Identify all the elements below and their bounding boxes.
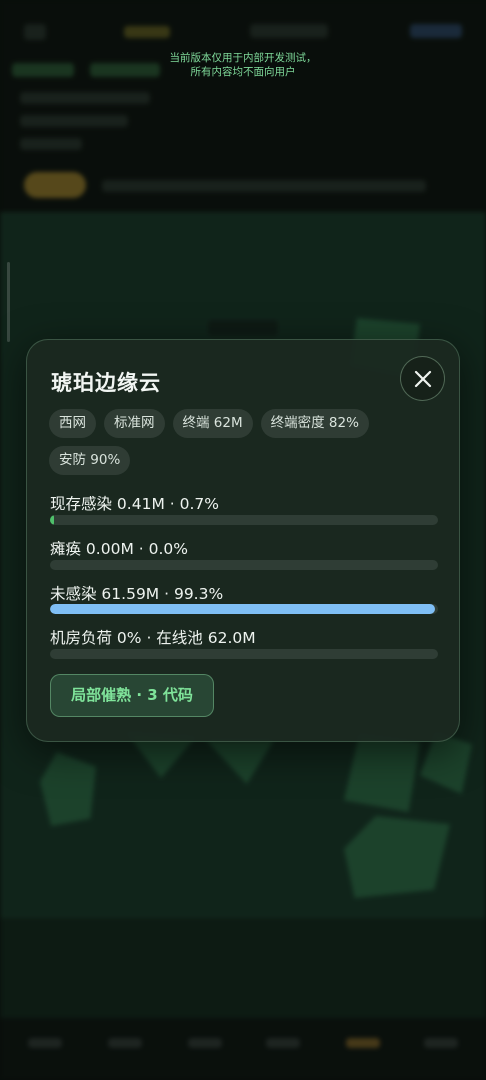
stat-uninfected-bar bbox=[50, 604, 438, 614]
stat-datacenter-load-bar bbox=[50, 649, 438, 659]
tag-chip: 终端密度 82% bbox=[260, 409, 369, 438]
tag-chip: 西网 bbox=[49, 409, 96, 438]
stat-uninfected-fill bbox=[50, 604, 436, 614]
banner-line-1: 当前版本仅用于内部开发测试， bbox=[169, 52, 317, 64]
region-detail-dialog: 琥珀边缘云 西网 标准网 终端 62M 终端密度 82% 安防 90% 现存感染… bbox=[26, 339, 460, 742]
close-button[interactable] bbox=[400, 356, 445, 401]
banner-line-2: 所有内容均不面向用户 bbox=[190, 66, 296, 78]
stat-paralyzed-bar bbox=[50, 560, 438, 570]
tag-chip: 终端 62M bbox=[172, 409, 253, 438]
stat-datacenter-load-label: 机房负荷 0% · 在线池 62.0M bbox=[50, 629, 256, 647]
dialog-title: 琥珀边缘云 bbox=[51, 371, 161, 395]
local-ripen-button[interactable]: 局部催熟 · 3 代码 bbox=[50, 674, 214, 717]
stat-paralyzed-label: 瘫痪 0.00M · 0.0% bbox=[50, 540, 188, 558]
close-icon bbox=[414, 370, 431, 387]
tag-chip: 标准网 bbox=[104, 409, 165, 438]
stat-infected-label: 现存感染 0.41M · 0.7% bbox=[50, 495, 219, 513]
dev-build-banner: 当前版本仅用于内部开发测试， 所有内容均不面向用户 bbox=[0, 51, 486, 79]
tag-chip: 安防 90% bbox=[49, 446, 131, 475]
stat-infected-bar bbox=[50, 515, 438, 525]
stat-infected-fill bbox=[50, 515, 54, 525]
tag-list: 西网 标准网 终端 62M 终端密度 82% 安防 90% bbox=[49, 409, 429, 475]
stat-uninfected-label: 未感染 61.59M · 99.3% bbox=[50, 585, 224, 603]
